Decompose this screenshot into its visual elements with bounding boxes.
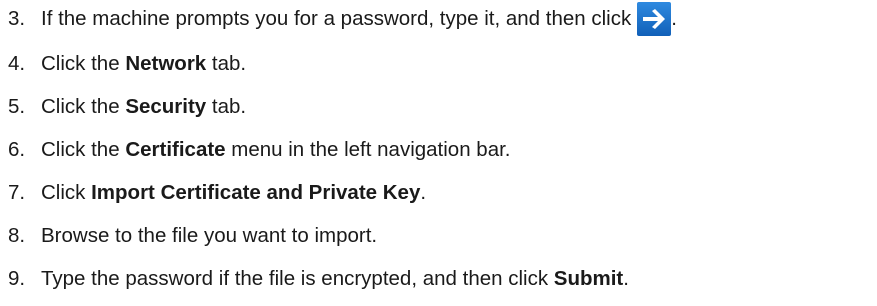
- step-text-plain: If the machine prompts you for a passwor…: [41, 7, 632, 30]
- step-text: If the machine prompts you for a passwor…: [41, 7, 631, 31]
- step-text-suffix: .: [623, 267, 629, 290]
- step-number: 3.: [8, 7, 26, 30]
- step-8: 8. Browse to the file you want to import…: [8, 219, 377, 253]
- step-text-plain: Click the: [41, 138, 126, 161]
- step-number: 4.: [8, 52, 26, 75]
- step-text-suffix: tab.: [206, 52, 247, 75]
- step-text-suffix: tab.: [206, 95, 247, 118]
- step-number: 6.: [8, 138, 26, 161]
- step-number: 9.: [8, 267, 26, 290]
- step-3: 3. If the machine prompts you for a pass…: [8, 2, 677, 36]
- step-text: Browse to the file you want to import.: [41, 224, 377, 248]
- step-text: Type the password if the file is encrypt…: [41, 267, 629, 291]
- step-number: 5.: [8, 95, 26, 118]
- step-7: 7. Click Import Certificate and Private …: [8, 176, 426, 210]
- step-text-bold: Import Certificate and Private Key: [91, 181, 421, 204]
- step-number: 8.: [8, 224, 26, 247]
- step-text-bold: Security: [125, 95, 207, 118]
- step-text-bold: Submit: [553, 267, 624, 290]
- step-text: Click the Network tab.: [41, 52, 246, 76]
- step-text: Click the Certificate menu in the left n…: [41, 138, 511, 162]
- step-text: Click the Security tab.: [41, 95, 246, 119]
- step-text-plain: Click the: [41, 95, 126, 118]
- step-text-suffix: .: [671, 7, 677, 30]
- step-text-plain: Click: [41, 181, 92, 204]
- step-text-plain: Browse to the file you want to import.: [41, 224, 378, 247]
- step-4: 4. Click the Network tab.: [8, 47, 246, 81]
- step-text-bold: Certificate: [125, 138, 226, 161]
- instruction-list: 3. If the machine prompts you for a pass…: [0, 0, 877, 306]
- step-text-suffix: menu in the left navigation bar.: [225, 138, 511, 161]
- step-text: Click Import Certificate and Private Key…: [41, 181, 426, 205]
- step-number: 7.: [8, 181, 26, 204]
- step-5: 5. Click the Security tab.: [8, 90, 246, 124]
- arrow-right-icon: [637, 2, 672, 36]
- step-text-suffix: .: [420, 181, 427, 204]
- step-9: 9. Type the password if the file is encr…: [8, 262, 629, 296]
- step-text-plain: Type the password if the file is encrypt…: [41, 267, 554, 290]
- step-6: 6. Click the Certificate menu in the lef…: [8, 133, 511, 167]
- step-text-bold: Network: [125, 52, 207, 75]
- step-text-plain: Click the: [41, 52, 126, 75]
